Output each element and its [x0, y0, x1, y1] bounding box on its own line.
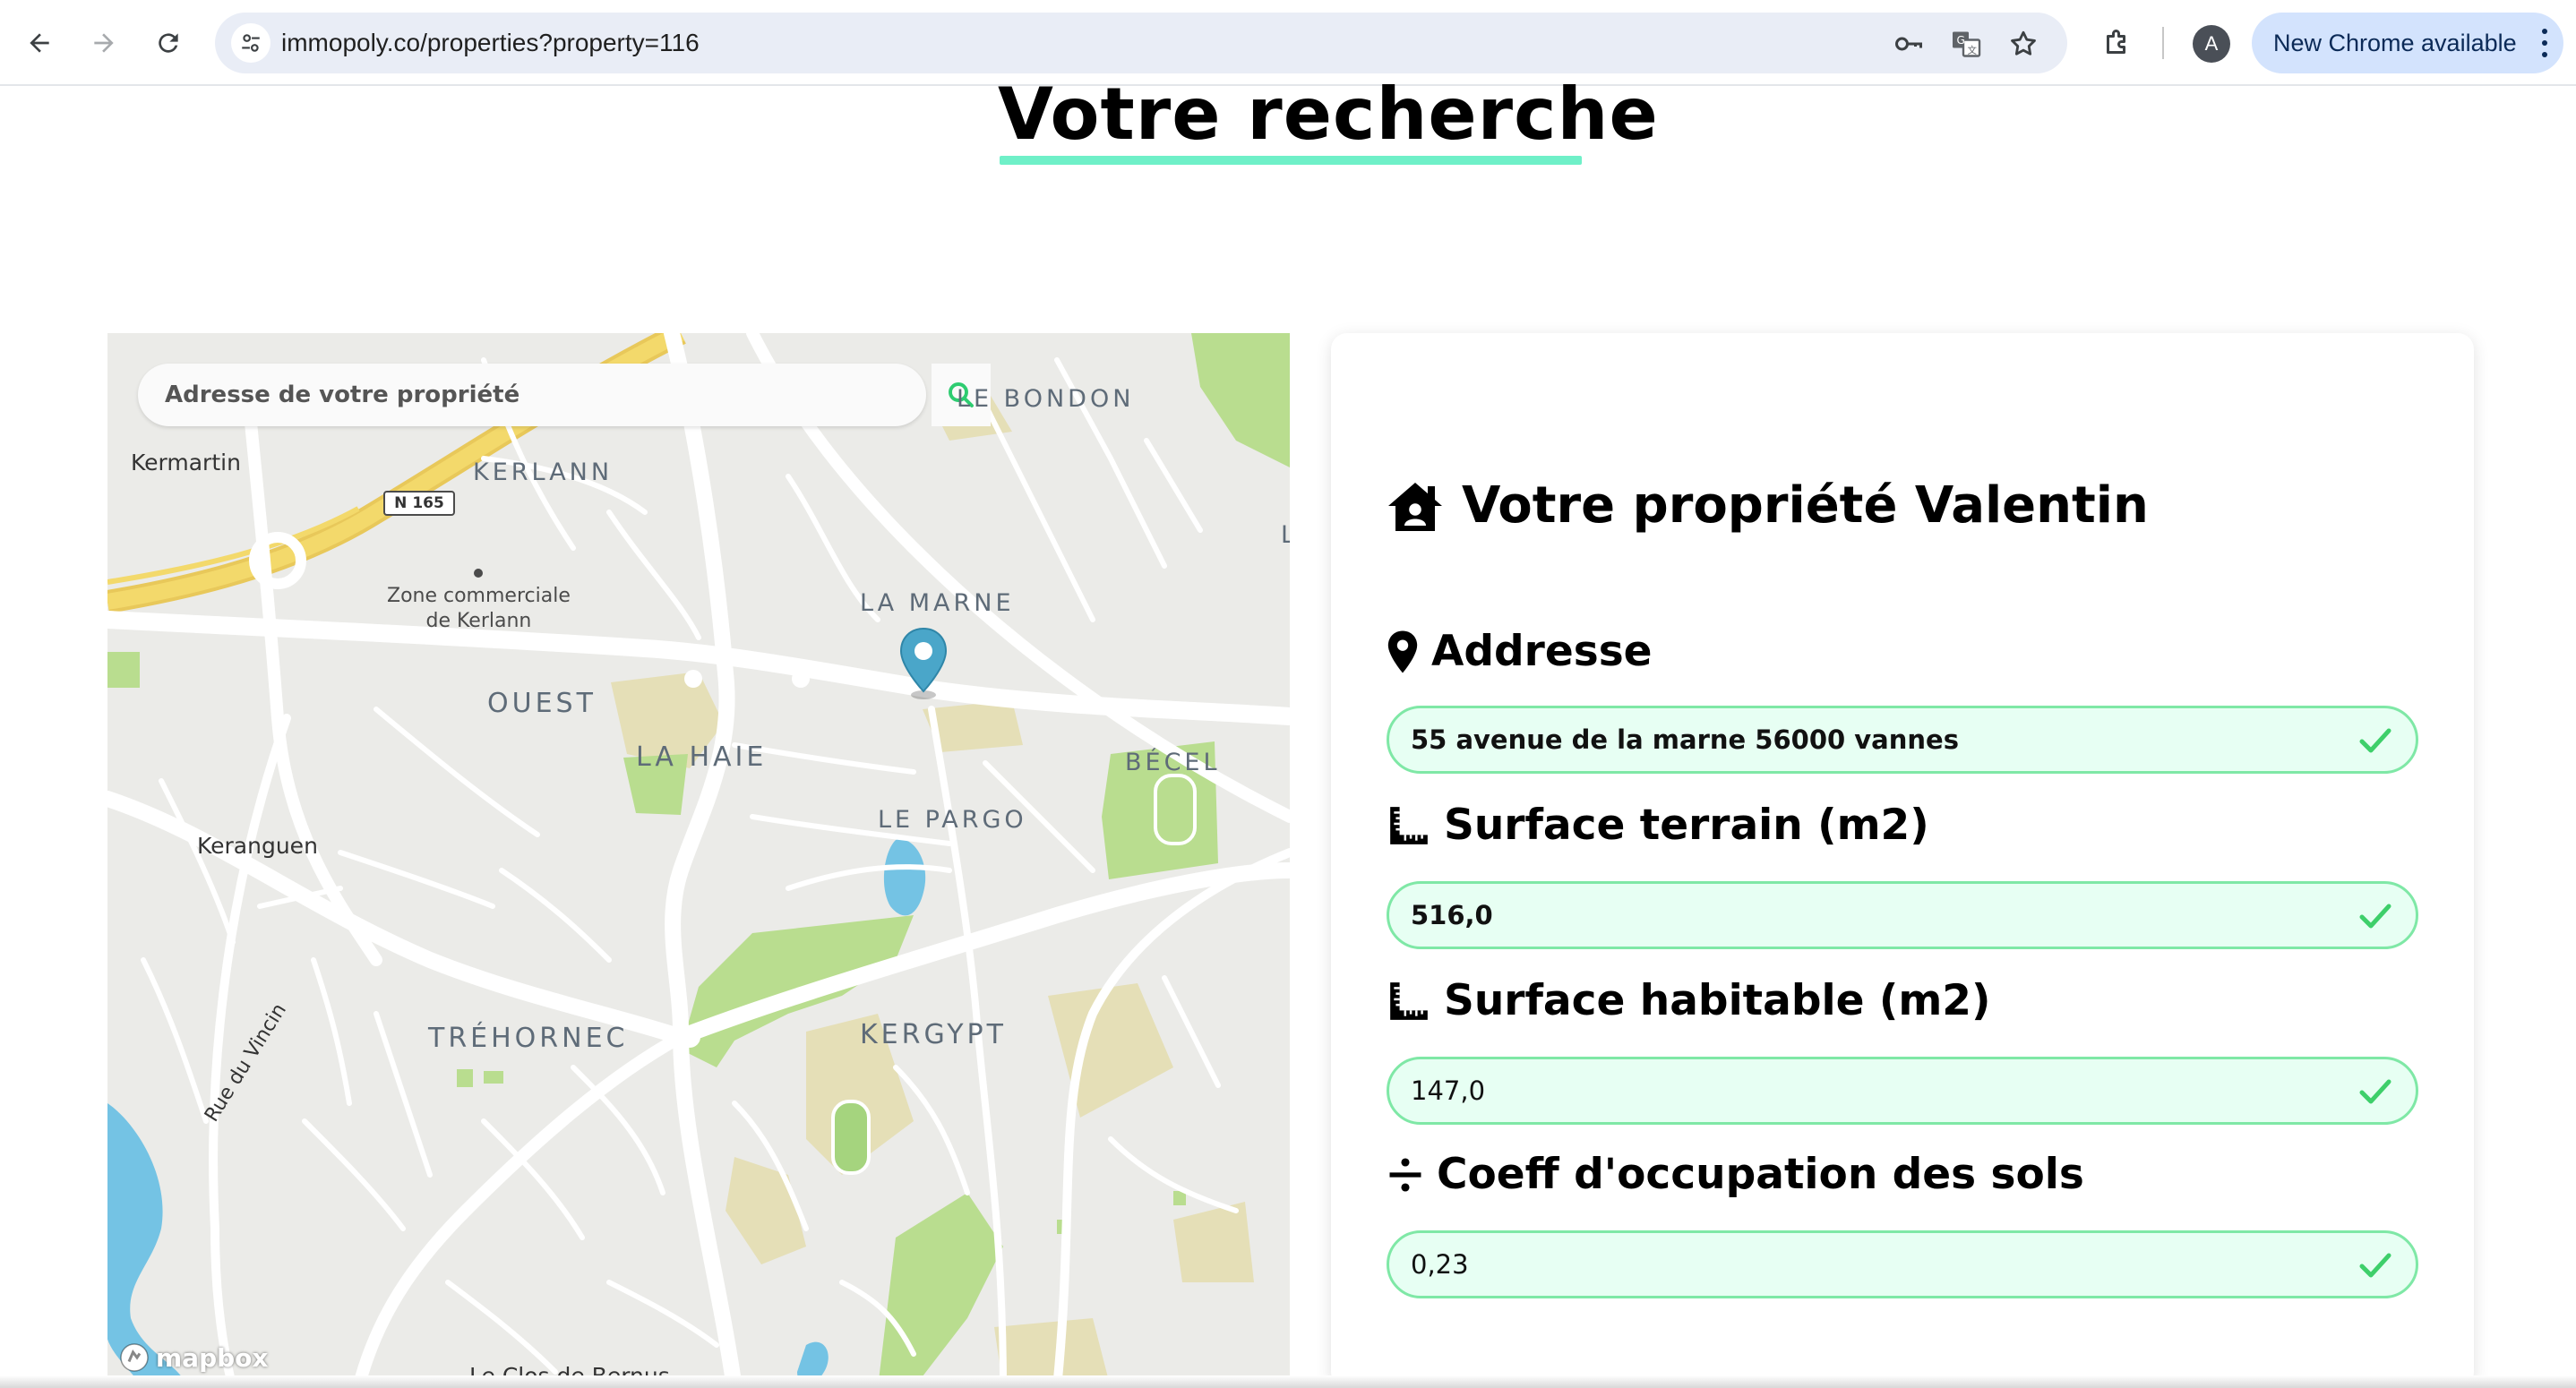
surface-terrain-field[interactable]: 516,0	[1387, 881, 2418, 949]
map-canvas[interactable]	[107, 333, 1290, 1388]
map-label-edge: L	[1281, 521, 1290, 549]
svg-text:G: G	[1957, 34, 1965, 47]
surface-habitable-value: 147,0	[1411, 1075, 1486, 1106]
field-heading-surface-habitable: Surface habitable (m2)	[1387, 976, 1991, 1025]
reload-icon	[159, 33, 178, 53]
cos-field[interactable]: 0,23	[1387, 1230, 2418, 1298]
address-bar[interactable]: immopoly.co/properties?property=116 G文	[215, 13, 2067, 73]
location-pin-icon	[1387, 630, 1418, 673]
property-card: Votre propriété Valentin Addresse 55 ave…	[1331, 333, 2474, 1388]
map-label-la-haie: LA HAIE	[636, 741, 768, 773]
house-user-icon	[1388, 482, 1442, 531]
field-label-address: Addresse	[1431, 627, 1653, 676]
reload-button[interactable]	[143, 18, 193, 68]
check-icon	[2359, 1253, 2391, 1278]
title-underline	[1000, 156, 1582, 165]
map-label-kerlann: KERLANN	[473, 458, 614, 486]
field-heading-cos: Coeff d'occupation des sols	[1387, 1150, 2084, 1199]
surface-terrain-value: 516,0	[1411, 900, 1493, 930]
profile-avatar[interactable]: A	[2193, 25, 2230, 63]
forward-button[interactable]	[79, 18, 129, 68]
property-title: Votre propriété Valentin	[1387, 476, 2149, 535]
url-text[interactable]: immopoly.co/properties?property=116	[281, 13, 700, 73]
map-label-le-pargo: LE PARGO	[878, 806, 1027, 834]
update-chrome-button[interactable]: New Chrome available	[2252, 13, 2563, 73]
mapbox-logo-icon	[120, 1343, 149, 1372]
arrow-right-icon	[94, 33, 114, 53]
key-icon	[1895, 37, 1922, 51]
star-icon	[2011, 30, 2036, 56]
field-heading-address: Addresse	[1387, 627, 1653, 676]
divide-icon	[1389, 1157, 1421, 1192]
translate-icon: G文	[1953, 31, 1981, 57]
password-key-button[interactable]	[1892, 27, 1926, 61]
translate-button[interactable]: G文	[1949, 27, 1983, 61]
toolbar-divider	[2162, 27, 2164, 59]
cos-value: 0,23	[1411, 1249, 1469, 1280]
window-bottom-edge	[0, 1375, 2576, 1388]
field-heading-surface-terrain: Surface terrain (m2)	[1387, 801, 1929, 850]
check-icon	[2359, 728, 2391, 753]
surface-habitable-field[interactable]: 147,0	[1387, 1057, 2418, 1125]
address-value: 55 avenue de la marne 56000 vannes	[1411, 724, 1959, 755]
address-search-input[interactable]	[138, 364, 854, 426]
address-field[interactable]: 55 avenue de la marne 56000 vannes	[1387, 706, 2418, 774]
map[interactable]: LE BONDON Kermartin KERLANN N 165 Zone c…	[107, 333, 1290, 1388]
site-settings-button[interactable]	[231, 23, 270, 63]
field-label-surface-terrain: Surface terrain (m2)	[1444, 801, 1929, 850]
mapbox-attribution[interactable]: mapbox	[118, 1341, 268, 1374]
bookmark-star-button[interactable]	[2006, 27, 2040, 61]
sports-track-kergypt	[831, 1100, 871, 1175]
location-marker-icon[interactable]	[897, 627, 949, 700]
map-label-kermartin: Kermartin	[131, 450, 241, 476]
map-label-ouest: OUEST	[487, 688, 597, 719]
map-label-la-marne: LA MARNE	[860, 589, 1015, 617]
ruler-icon	[1390, 981, 1428, 1020]
map-label-becel: BÉCEL	[1125, 749, 1221, 776]
tune-icon	[242, 34, 260, 52]
check-icon	[2359, 904, 2391, 929]
puzzle-icon	[2107, 30, 2125, 54]
svg-text:文: 文	[1968, 45, 1978, 56]
page-header: Votre recherche	[998, 70, 1659, 168]
mapbox-logo-text: mapbox	[156, 1342, 269, 1373]
road-shield-n165: N 165	[383, 491, 455, 516]
property-title-text: Votre propriété Valentin	[1462, 476, 2149, 535]
back-button[interactable]	[14, 18, 64, 68]
field-label-surface-habitable: Surface habitable (m2)	[1444, 976, 1991, 1025]
map-label-keranguen: Keranguen	[197, 833, 318, 859]
map-label-kergypt: KERGYPT	[860, 1019, 1007, 1050]
page-title: Votre recherche	[998, 73, 1659, 156]
extensions-button[interactable]	[2096, 21, 2139, 64]
ruler-icon	[1390, 806, 1428, 844]
map-label-zone-commerciale: Zone commerciale de Kerlann	[387, 584, 571, 634]
zone-commerciale-line1: Zone commerciale	[387, 585, 571, 607]
update-chrome-label: New Chrome available	[2273, 30, 2517, 56]
more-menu-icon[interactable]	[2540, 29, 2549, 57]
map-label-le-bondon: LE BONDON	[957, 385, 1135, 413]
map-label-trehornec: TRÉHORNEC	[428, 1023, 629, 1054]
field-label-cos: Coeff d'occupation des sols	[1437, 1150, 2084, 1199]
check-icon	[2359, 1079, 2391, 1104]
zone-commerciale-line2: de Kerlann	[425, 610, 532, 632]
arrow-left-icon	[30, 33, 49, 53]
map-search-bar	[138, 364, 926, 426]
